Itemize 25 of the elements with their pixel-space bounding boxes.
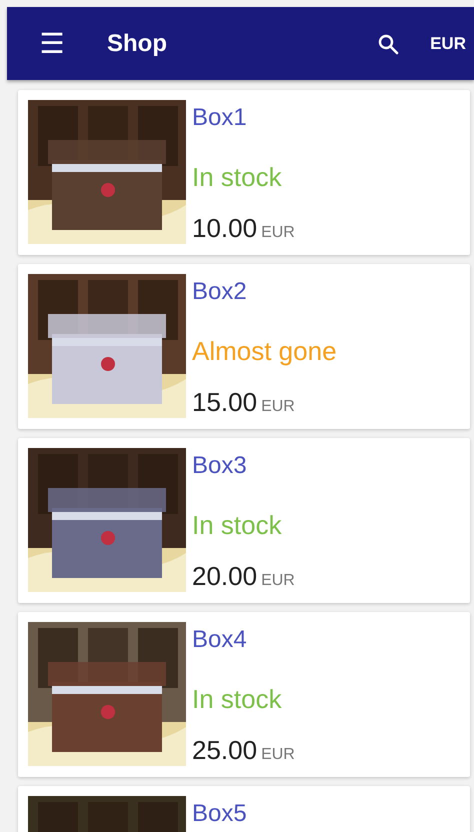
product-name: Box4 <box>192 626 247 654</box>
price-currency: EUR <box>261 398 295 416</box>
stock-status: In stock <box>192 510 282 541</box>
price: 15.00 <box>192 387 258 418</box>
price: 10.00 <box>192 213 258 244</box>
product-name: Box2 <box>192 278 247 306</box>
price: 25.00 <box>192 735 258 766</box>
product-card[interactable]: Box1 In stock 10.00 EUR <box>18 90 470 255</box>
app-title: Shop <box>107 30 167 58</box>
price: 20.00 <box>192 561 258 592</box>
price-currency: EUR <box>261 224 295 242</box>
product-card[interactable]: Box2 Almost gone 15.00 EUR <box>18 264 470 429</box>
menu-button[interactable]: ☰ <box>35 30 69 58</box>
currency-button[interactable]: EUR <box>430 34 466 54</box>
stock-status: In stock <box>192 162 282 193</box>
product-card[interactable]: Box5 <box>18 786 470 832</box>
product-name: Box1 <box>192 104 247 132</box>
product-card[interactable]: Box4 In stock 25.00 EUR <box>18 612 470 777</box>
product-name: Box5 <box>192 800 247 828</box>
stock-status: Almost gone <box>192 336 337 367</box>
product-card[interactable]: Box3 In stock 20.00 EUR <box>18 438 470 603</box>
price-currency: EUR <box>261 746 295 764</box>
stock-status: In stock <box>192 684 282 715</box>
price-currency: EUR <box>261 572 295 590</box>
product-name: Box3 <box>192 452 247 480</box>
